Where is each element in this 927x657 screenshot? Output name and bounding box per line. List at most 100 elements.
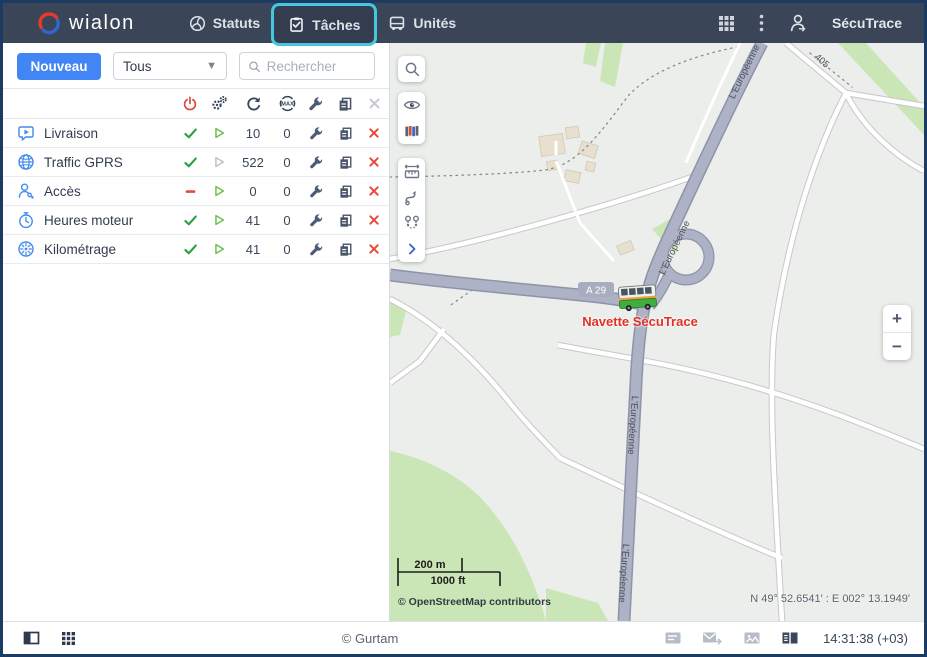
enabled-check-icon[interactable] bbox=[175, 242, 205, 257]
chevron-down-icon: ▼ bbox=[206, 60, 217, 72]
map-view-tools bbox=[398, 92, 425, 144]
table-header: MAX bbox=[3, 89, 389, 119]
copy-task-icon[interactable] bbox=[331, 242, 359, 257]
cursor-coordinates: N 49° 52.6541' : E 002° 13.1949' bbox=[750, 593, 910, 605]
run-task-icon[interactable] bbox=[205, 126, 233, 140]
column-max-icon[interactable]: MAX bbox=[273, 95, 301, 112]
disabled-minus-icon[interactable] bbox=[175, 184, 205, 199]
wialon-logo: wialon bbox=[37, 11, 135, 35]
scale-feet: 1000 ft bbox=[431, 575, 466, 587]
panel-toolbar: Nouveau Tous ▼ bbox=[3, 43, 389, 89]
queue-count: 0 bbox=[283, 154, 291, 170]
split-view-icon[interactable] bbox=[781, 630, 799, 646]
run-task-icon[interactable] bbox=[205, 242, 233, 256]
delete-task-icon[interactable] bbox=[359, 185, 389, 197]
task-row-traffic-gprs[interactable]: Traffic GPRS 522 0 bbox=[3, 148, 389, 177]
queue-count: 0 bbox=[283, 212, 291, 228]
task-row-livraison[interactable]: Livraison 10 0 bbox=[3, 119, 389, 148]
column-wrench-icon[interactable] bbox=[301, 96, 331, 112]
executions-count: 41 bbox=[245, 241, 261, 257]
tab-tasks[interactable]: Tâches bbox=[274, 6, 375, 43]
delete-task-icon[interactable] bbox=[359, 156, 389, 168]
task-label: Accès bbox=[44, 183, 81, 199]
expand-chevron-icon[interactable] bbox=[398, 236, 425, 262]
queue-count: 0 bbox=[283, 241, 291, 257]
route-icon[interactable] bbox=[398, 184, 425, 210]
search-input[interactable] bbox=[266, 58, 366, 74]
ruler-icon[interactable] bbox=[398, 158, 425, 184]
bottom-apps-grid-icon[interactable] bbox=[61, 631, 76, 646]
edit-wrench-icon[interactable] bbox=[301, 184, 331, 199]
delete-task-icon[interactable] bbox=[359, 127, 389, 139]
filter-dropdown[interactable]: Tous ▼ bbox=[113, 52, 227, 80]
task-row-heures-moteur[interactable]: Heures moteur 41 0 bbox=[3, 206, 389, 235]
task-row-kilometrage[interactable]: Kilométrage 41 0 bbox=[3, 235, 389, 264]
clock-time: 14:31:38 (+03) bbox=[823, 630, 908, 646]
tab-statuses[interactable]: Statuts bbox=[175, 3, 274, 43]
copy-task-icon[interactable] bbox=[331, 213, 359, 228]
map-area[interactable]: A 29 L'Européenne L'Européenne L'Europée… bbox=[390, 43, 924, 621]
scale-meters: 200 m bbox=[414, 559, 445, 571]
column-copy-icon[interactable] bbox=[331, 96, 359, 112]
wialon-logo-icon bbox=[38, 12, 60, 35]
search-icon bbox=[249, 60, 260, 72]
delete-task-icon[interactable] bbox=[359, 214, 389, 226]
task-row-acces[interactable]: Accès 0 0 bbox=[3, 177, 389, 206]
enabled-check-icon[interactable] bbox=[175, 126, 205, 141]
tab-units[interactable]: Unités bbox=[374, 3, 470, 43]
column-delete-icon[interactable] bbox=[359, 97, 389, 110]
task-label: Livraison bbox=[44, 125, 99, 141]
map-measure-tools bbox=[398, 158, 425, 262]
mail-forward-icon[interactable] bbox=[702, 630, 723, 646]
map-canvas: A 29 L'Européenne L'Européenne L'Europée… bbox=[390, 43, 924, 621]
enabled-check-icon[interactable] bbox=[175, 155, 205, 170]
edit-wrench-icon[interactable] bbox=[301, 213, 331, 228]
stopwatch-icon bbox=[19, 212, 33, 229]
map-search-icon[interactable] bbox=[398, 56, 425, 82]
new-task-button[interactable]: Nouveau bbox=[17, 52, 101, 80]
tasks-icon bbox=[290, 17, 303, 32]
run-task-icon[interactable] bbox=[205, 213, 233, 227]
apps-grid-icon[interactable] bbox=[718, 15, 735, 32]
run-task-icon[interactable] bbox=[205, 184, 233, 198]
unit-label[interactable]: Navette SécuTrace bbox=[547, 314, 733, 329]
globe-icon bbox=[18, 154, 34, 170]
visibility-eye-icon[interactable] bbox=[398, 92, 425, 118]
column-enabled-power-icon[interactable] bbox=[175, 96, 205, 112]
svg-text:MAX: MAX bbox=[281, 102, 294, 108]
zoom-in-button[interactable]: + bbox=[883, 305, 911, 332]
map-attribution: © OpenStreetMap contributors bbox=[398, 596, 551, 608]
copy-task-icon[interactable] bbox=[331, 155, 359, 170]
queue-count: 0 bbox=[283, 125, 291, 141]
delete-task-icon[interactable] bbox=[359, 243, 389, 255]
enabled-check-icon[interactable] bbox=[175, 213, 205, 228]
edit-wrench-icon[interactable] bbox=[301, 126, 331, 141]
column-executions-refresh-icon[interactable] bbox=[233, 95, 273, 112]
more-menu-icon[interactable] bbox=[759, 14, 764, 32]
edit-wrench-icon[interactable] bbox=[301, 242, 331, 257]
top-navbar: wialon Statuts Tâches Unités SécuTrace bbox=[3, 3, 924, 43]
executions-count: 0 bbox=[249, 183, 257, 199]
copy-task-icon[interactable] bbox=[331, 126, 359, 141]
task-label: Kilométrage bbox=[44, 241, 117, 257]
zoom-out-button[interactable]: − bbox=[883, 333, 911, 360]
task-label: Heures moteur bbox=[44, 212, 134, 228]
search-box[interactable] bbox=[239, 52, 375, 80]
map-source-icon[interactable] bbox=[398, 118, 425, 144]
nav-tabs: Statuts Tâches Unités bbox=[175, 3, 471, 43]
waypoints-icon[interactable] bbox=[398, 210, 425, 236]
user-account-icon[interactable] bbox=[788, 13, 808, 33]
toggle-panel-icon[interactable] bbox=[23, 630, 40, 646]
brand-name: wialon bbox=[69, 11, 135, 34]
run-task-icon[interactable] bbox=[205, 155, 233, 169]
media-image-icon[interactable] bbox=[743, 630, 761, 646]
zoom-control: + − bbox=[883, 305, 911, 360]
delivery-icon bbox=[18, 126, 34, 141]
copy-task-icon[interactable] bbox=[331, 184, 359, 199]
username[interactable]: SécuTrace bbox=[832, 15, 902, 31]
filter-value: Tous bbox=[123, 58, 152, 74]
tasks-panel: Nouveau Tous ▼ Rechercher MAX Livraison … bbox=[3, 43, 390, 621]
column-settings-gears-icon[interactable] bbox=[205, 95, 233, 112]
notifications-log-icon[interactable] bbox=[664, 630, 682, 646]
edit-wrench-icon[interactable] bbox=[301, 155, 331, 170]
